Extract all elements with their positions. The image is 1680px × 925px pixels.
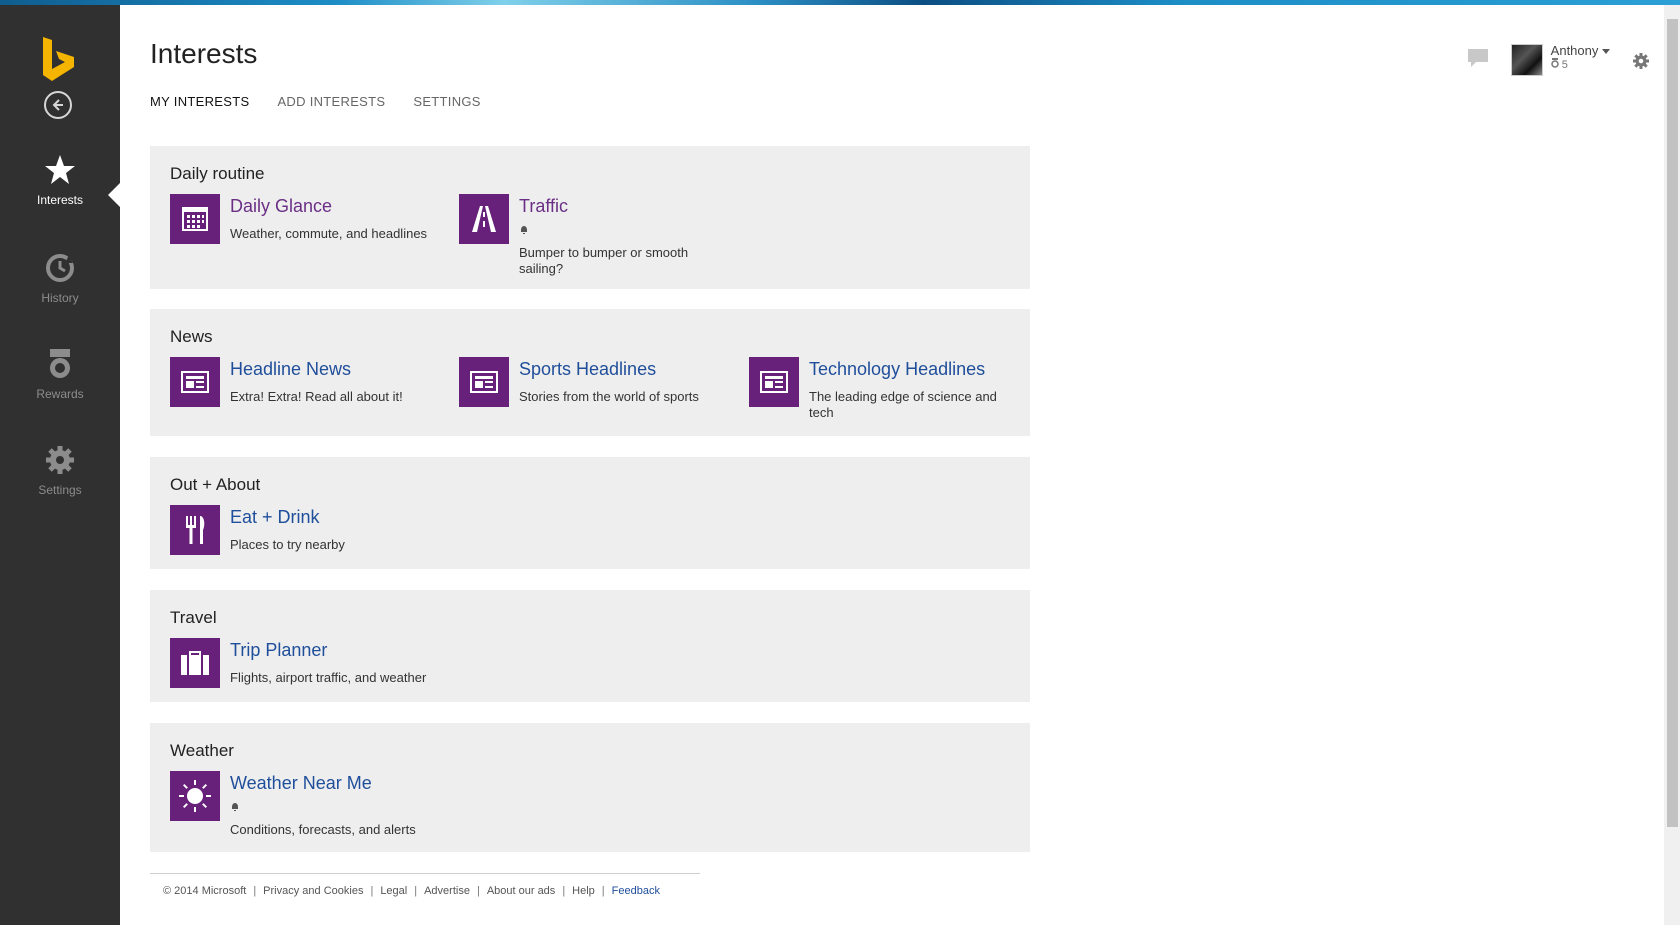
user-name: Anthony (1550, 43, 1599, 58)
tile-name[interactable]: Traffic (519, 196, 568, 217)
calendar-icon (170, 194, 220, 244)
footer-link-feedback[interactable]: Feedback (612, 885, 660, 897)
sidebar-item-label: History (41, 291, 79, 305)
scrollbar[interactable] (1664, 5, 1680, 925)
tile-traffic[interactable]: Traffic Bumper to bumper or smooth saili… (459, 194, 739, 276)
back-button[interactable] (44, 91, 72, 119)
sidebar: Interests History Rewards Settings (0, 5, 120, 925)
history-icon (46, 254, 74, 282)
footer: © 2014 Microsoft | Privacy and Cookies | L… (163, 885, 660, 897)
tile-name[interactable]: Trip Planner (230, 640, 327, 661)
sidebar-item-label: Interests (36, 193, 84, 207)
section-title: Travel (170, 608, 217, 627)
section-title: Weather (170, 741, 234, 760)
bell-icon (521, 226, 527, 234)
settings-gear-icon[interactable] (1632, 52, 1650, 70)
user-menu[interactable]: Anthony 5 (1551, 44, 1610, 72)
section-title: News (170, 327, 213, 346)
sidebar-item-history[interactable]: History (0, 251, 120, 305)
sidebar-item-settings[interactable]: Settings (0, 443, 120, 497)
road-icon (459, 194, 509, 244)
tile-name[interactable]: Technology Headlines (809, 359, 985, 380)
star-icon (45, 155, 75, 184)
section-news: News Headline News Extra! Extra! Read al… (150, 309, 1030, 436)
tile-weather-near-me[interactable]: Weather Near Me Conditions, forecasts, a… (170, 771, 450, 851)
footer-link-legal[interactable]: Legal (380, 885, 407, 897)
tile-description: The leading edge of science and tech (809, 389, 997, 420)
newspaper-icon (459, 357, 509, 407)
active-indicator (108, 183, 120, 207)
sidebar-item-rewards[interactable]: Rewards (0, 347, 120, 401)
tile-daily-glance[interactable]: Daily Glance Weather, commute, and headl… (170, 194, 450, 274)
user-area: Anthony 5 (1467, 44, 1650, 76)
section-weather: Weather Weather Near Me Conditions, fore… (150, 723, 1030, 852)
reward-points: 5 (1561, 59, 1568, 71)
tile-eat-drink[interactable]: Eat + Drink Places to try nearby (170, 505, 450, 585)
tile-name[interactable]: Eat + Drink (230, 507, 320, 528)
scrollbar-thumb[interactable] (1667, 19, 1678, 827)
tile-sports-headlines[interactable]: Sports Headlines Stories from the world … (459, 357, 739, 437)
copyright: © 2014 Microsoft (163, 885, 247, 897)
tile-description: Conditions, forecasts, and alerts (230, 822, 416, 837)
tile-headline-news[interactable]: Headline News Extra! Extra! Read all abo… (170, 357, 450, 437)
tile-description: Stories from the world of sports (519, 389, 699, 404)
tile-trip-planner[interactable]: Trip Planner Flights, airport traffic, a… (170, 638, 450, 718)
footer-link-about-ads[interactable]: About our ads (487, 885, 556, 897)
medal-icon (50, 349, 70, 378)
newspaper-icon (749, 357, 799, 407)
section-title: Out + About (170, 475, 261, 494)
tab-my-interests[interactable]: MY INTERESTS (150, 94, 249, 109)
tile-description: Places to try nearby (230, 537, 345, 552)
gear-icon (46, 446, 74, 474)
footer-link-privacy[interactable]: Privacy and Cookies (263, 885, 363, 897)
section-daily-routine: Daily routine Daily Glance Weather, comm… (150, 146, 1030, 289)
sidebar-item-label: Rewards (36, 387, 84, 401)
footer-link-advertise[interactable]: Advertise (424, 885, 470, 897)
tile-description: Weather, commute, and headlines (230, 226, 428, 241)
bell-icon (232, 803, 238, 811)
tab-settings[interactable]: SETTINGS (413, 94, 480, 109)
suitcase-icon (170, 638, 220, 688)
footer-link-help[interactable]: Help (572, 885, 595, 897)
avatar[interactable] (1510, 44, 1543, 76)
back-arrow-icon (52, 99, 63, 111)
tile-name[interactable]: Sports Headlines (519, 359, 656, 380)
footer-divider (150, 873, 700, 874)
section-travel: Travel Trip Planner Flights, airport tra… (150, 590, 1030, 702)
tile-description: Extra! Extra! Read all about it! (230, 389, 403, 404)
tab-add-interests[interactable]: ADD INTERESTS (277, 94, 385, 109)
page-title: Interests (150, 38, 258, 69)
browser-top-strip (0, 0, 1680, 5)
medal-small-icon (1550, 58, 1559, 68)
section-out-about: Out + About Eat + Drink Places to try ne… (150, 457, 1030, 569)
chat-icon[interactable] (1467, 48, 1489, 68)
bing-logo-icon[interactable] (41, 35, 77, 83)
tile-name[interactable]: Headline News (230, 359, 351, 380)
fork-knife-icon (170, 505, 220, 555)
tile-name[interactable]: Daily Glance (230, 196, 332, 217)
chevron-down-icon (1602, 49, 1610, 54)
tab-bar: MY INTERESTS ADD INTERESTS SETTINGS (150, 94, 481, 109)
sidebar-item-interests[interactable]: Interests (0, 153, 120, 207)
section-title: Daily routine (170, 164, 265, 183)
newspaper-icon (170, 357, 220, 407)
tile-name[interactable]: Weather Near Me (230, 773, 372, 794)
sidebar-item-label: Settings (38, 483, 82, 497)
tile-description: Bumper to bumper or smooth sailing? (519, 245, 689, 276)
tile-description: Flights, airport traffic, and weather (230, 670, 427, 685)
tile-technology-headlines[interactable]: Technology Headlines The leading edge of… (749, 357, 1029, 437)
sun-icon (170, 771, 220, 821)
